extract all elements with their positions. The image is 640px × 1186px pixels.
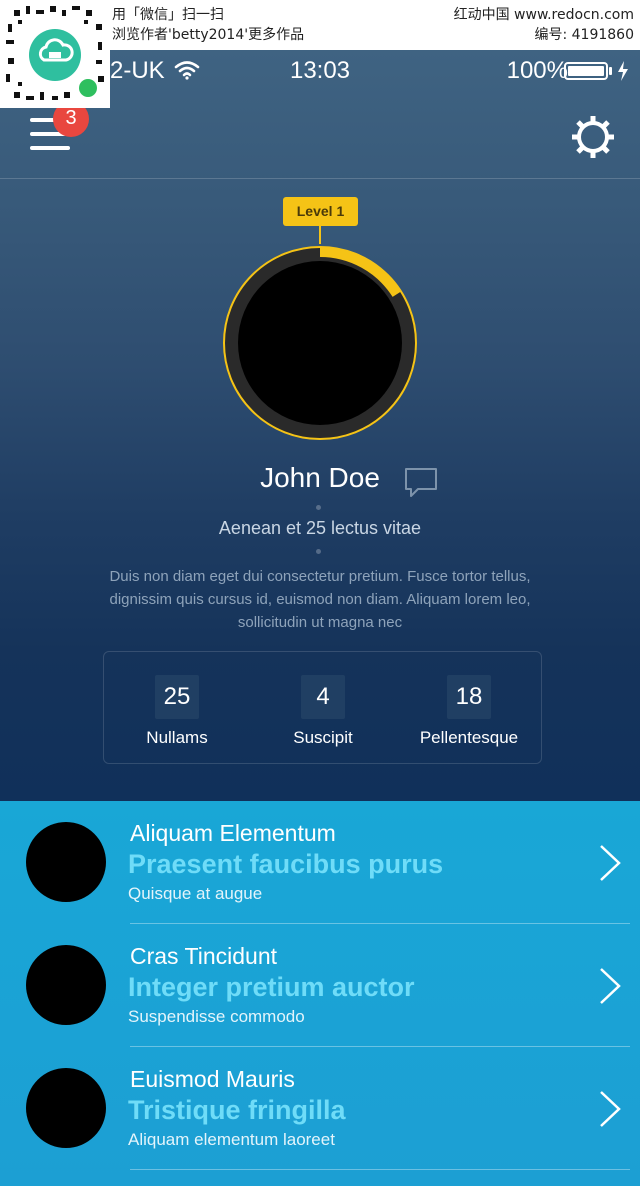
list-item[interactable]: Aliquam Elementum Praesent faucibus puru…	[0, 801, 640, 924]
list-divider	[130, 1169, 630, 1170]
watermark-text-left-1: 用「微信」扫一扫	[112, 7, 224, 23]
stat-value: 18	[447, 675, 491, 719]
chat-bubble-icon[interactable]	[403, 466, 439, 505]
list-item-avatar	[26, 822, 106, 902]
chevron-right-icon[interactable]	[598, 1090, 622, 1133]
list-item-title: Aliquam Elementum	[130, 820, 336, 846]
list-item-headline: Integer pretium auctor	[128, 972, 415, 1002]
separator-dot	[316, 549, 321, 554]
list-item-avatar	[26, 945, 106, 1025]
list-item-caption: Aliquam elementum laoreet	[128, 1130, 335, 1149]
list-item-headline: Tristique fringilla	[128, 1095, 346, 1125]
stat-pellentesque[interactable]: 18 Pellentesque	[396, 652, 542, 748]
list-item[interactable]: Euismod Mauris Tristique fringilla Aliqu…	[0, 1047, 640, 1170]
battery-icon	[564, 62, 608, 80]
separator-dot	[316, 505, 321, 510]
stat-label: Suscipit	[293, 728, 353, 747]
stat-value: 4	[301, 675, 345, 719]
chevron-right-icon[interactable]	[598, 844, 622, 887]
list-item-headline: Praesent faucibus purus	[128, 849, 444, 879]
stats-panel: 25 Nullams 4 Suscipit 18 Pellentesque	[103, 651, 542, 764]
gear-icon[interactable]	[570, 114, 616, 165]
item-list: Aliquam Elementum Praesent faucibus puru…	[0, 801, 640, 1186]
list-item[interactable]: Cras Tincidunt Integer pretium auctor Su…	[0, 924, 640, 1047]
avatar[interactable]	[238, 261, 402, 425]
profile-description: Duis non diam eget dui consectetur preti…	[109, 568, 531, 631]
watermark-text-right-2: 编号: 4191860	[534, 27, 634, 43]
level-badge: Level 1	[283, 197, 358, 226]
list-item-title: Euismod Mauris	[130, 1066, 295, 1092]
battery-percentage: 100%	[506, 57, 568, 84]
chevron-right-icon[interactable]	[598, 967, 622, 1010]
list-item-title: Cras Tincidunt	[130, 943, 278, 969]
profile-subtitle: Aenean et 25 lectus vitae	[218, 518, 422, 538]
watermark-text-left-2: 浏览作者'betty2014'更多作品	[112, 27, 305, 43]
battery-nub	[609, 67, 612, 75]
list-item-avatar	[26, 1068, 106, 1148]
profile-name: John Doe	[260, 462, 380, 493]
avatar-level-ring	[223, 246, 417, 440]
stat-nullams[interactable]: 25 Nullams	[104, 652, 250, 748]
stat-value: 25	[155, 675, 199, 719]
stat-suscipit[interactable]: 4 Suscipit	[250, 652, 396, 748]
watermark-text-right-1: 红动中国 www.redocn.com	[453, 7, 634, 23]
list-item-caption: Quisque at augue	[128, 884, 263, 903]
qr-code	[0, 0, 110, 108]
stat-label: Pellentesque	[419, 728, 519, 747]
stat-label: Nullams	[146, 728, 208, 747]
charging-icon	[617, 60, 629, 89]
list-item-caption: Suspendisse commodo	[128, 1007, 305, 1026]
header-divider	[0, 178, 640, 179]
